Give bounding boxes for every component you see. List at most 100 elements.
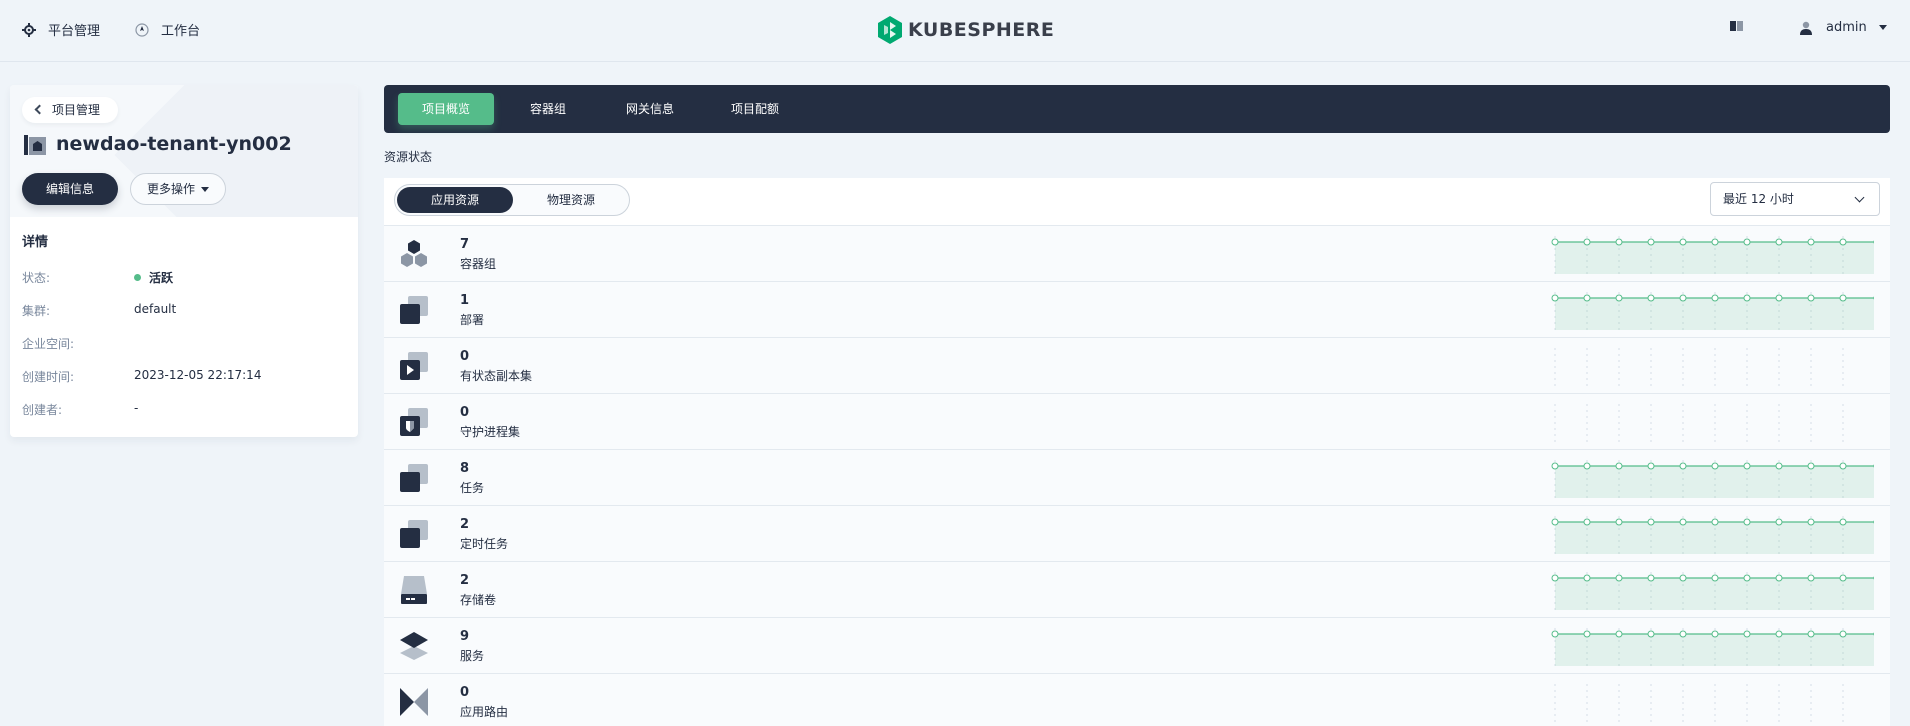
resource-row-volume[interactable]: 2 存储卷 [384, 562, 1890, 618]
detail-status: 状态: 活跃 [22, 269, 173, 286]
details-title: 详情 [22, 235, 49, 250]
pods-icon [401, 240, 427, 267]
user-name: admin [1826, 20, 1867, 35]
kubesphere-logo[interactable]: KUBESPHERE [878, 16, 1054, 44]
chart-point [1551, 630, 1559, 638]
resource-row-daemonset[interactable]: 0 守护进程集 [384, 394, 1890, 450]
user-menu[interactable]: admin [1800, 20, 1887, 35]
more-actions-button[interactable]: 更多操作 [130, 173, 226, 205]
tab-pods[interactable]: 容器组 [506, 93, 590, 125]
chevron-down-icon [1854, 192, 1865, 203]
chart-point [1679, 574, 1687, 582]
detail-key: 状态: [22, 271, 51, 285]
status-dot [134, 274, 141, 281]
resource-row-deployment[interactable]: 1 部署 [384, 282, 1890, 338]
chart-point [1839, 462, 1847, 470]
resource-label: 定时任务 [460, 537, 509, 551]
toggle-physical-resources[interactable]: 物理资源 [513, 187, 629, 213]
detail-key: 创建时间: [22, 370, 75, 384]
chart-point [1711, 630, 1719, 638]
chart-point [1615, 518, 1623, 526]
chart-point [1647, 294, 1655, 302]
resource-label: 存储卷 [460, 593, 497, 607]
workbench-nav-label: 工作台 [161, 24, 201, 39]
project-info-panel: 项目管理 newdao-tenant-yn002 编辑信息 更多操作 详情 状态… [10, 85, 358, 437]
detail-creator: 创建者: - [22, 401, 138, 418]
chart-point [1615, 294, 1623, 302]
tab-gateway[interactable]: 网关信息 [608, 93, 692, 125]
chart-point [1839, 574, 1847, 582]
resource-row-service[interactable]: 9 服务 [384, 618, 1890, 674]
chart-point [1711, 518, 1719, 526]
chart-point [1583, 574, 1591, 582]
workbench-nav[interactable]: 工作台 [135, 20, 200, 39]
chart-point [1679, 630, 1687, 638]
resource-row-route[interactable]: 0 应用路由 [384, 674, 1890, 726]
chart-point [1679, 462, 1687, 470]
resource-label: 容器组 [460, 257, 497, 271]
tab-quota[interactable]: 项目配额 [710, 93, 800, 125]
project-tabs: 项目概览 容器组 网关信息 项目配额 [384, 85, 1890, 133]
user-icon [1800, 21, 1812, 35]
chart-point [1711, 294, 1719, 302]
chevron-left-icon [34, 104, 45, 115]
statefulset-icon [400, 352, 428, 380]
chart-area [1555, 634, 1874, 666]
chart-point [1711, 238, 1719, 246]
chart-area [1555, 578, 1874, 610]
time-range-select[interactable]: 最近 12 小时 [1710, 182, 1880, 216]
time-range-value: 最近 12 小时 [1723, 192, 1794, 206]
chart-point [1583, 238, 1591, 246]
chart-point [1807, 518, 1815, 526]
resource-row-pods[interactable]: 7 容器组 [384, 226, 1890, 282]
chart-point [1775, 238, 1783, 246]
resource-toolbar: 应用资源 物理资源 最近 12 小时 [384, 178, 1890, 226]
chart-area [1555, 522, 1874, 554]
detail-value: 活跃 [134, 269, 173, 286]
tab-overview[interactable]: 项目概览 [398, 93, 494, 125]
chart-point [1647, 630, 1655, 638]
resource-count: 2 [460, 517, 470, 532]
chart-point [1551, 574, 1559, 582]
resource-row-statefulset[interactable]: 0 有状态副本集 [384, 338, 1890, 394]
chart-area [1555, 298, 1874, 330]
resource-trend-chart [1554, 404, 1844, 442]
chart-point [1615, 462, 1623, 470]
chart-point [1583, 518, 1591, 526]
job-icon [400, 464, 428, 492]
detail-key: 企业空间: [22, 337, 75, 351]
chart-point [1743, 294, 1751, 302]
resource-label: 任务 [460, 481, 485, 495]
edit-info-button[interactable]: 编辑信息 [22, 173, 118, 205]
project-icon [24, 135, 46, 155]
back-to-projects-button[interactable]: 项目管理 [22, 97, 119, 123]
chart-point [1551, 294, 1559, 302]
platform-nav[interactable]: 平台管理 [22, 20, 100, 39]
chart-point [1839, 630, 1847, 638]
platform-nav-label: 平台管理 [48, 24, 101, 39]
more-actions-label: 更多操作 [146, 182, 195, 196]
resource-trend-chart [1551, 460, 1874, 498]
service-icon [400, 632, 428, 660]
toggle-app-resources[interactable]: 应用资源 [397, 187, 513, 213]
detail-value: default [134, 302, 177, 316]
resource-row-job[interactable]: 8 任务 [384, 450, 1890, 506]
detail-key: 创建者: [22, 403, 63, 417]
resource-count: 0 [460, 405, 470, 420]
resource-row-cronjob[interactable]: 2 定时任务 [384, 506, 1890, 562]
notification-button[interactable] [1730, 20, 1744, 32]
chart-point [1583, 462, 1591, 470]
resource-label: 服务 [460, 649, 485, 663]
chart-point [1551, 518, 1559, 526]
chart-point [1807, 294, 1815, 302]
chart-point [1743, 518, 1751, 526]
chart-point [1839, 238, 1847, 246]
top-header: 平台管理 工作台 KUBESPHERE admin [0, 0, 1910, 62]
chart-point [1583, 294, 1591, 302]
resource-label: 应用路由 [460, 705, 509, 719]
resource-trend-chart [1551, 628, 1874, 666]
gear-icon [22, 22, 36, 37]
chart-point [1839, 518, 1847, 526]
chart-point [1743, 238, 1751, 246]
resource-label: 有状态副本集 [460, 369, 533, 383]
